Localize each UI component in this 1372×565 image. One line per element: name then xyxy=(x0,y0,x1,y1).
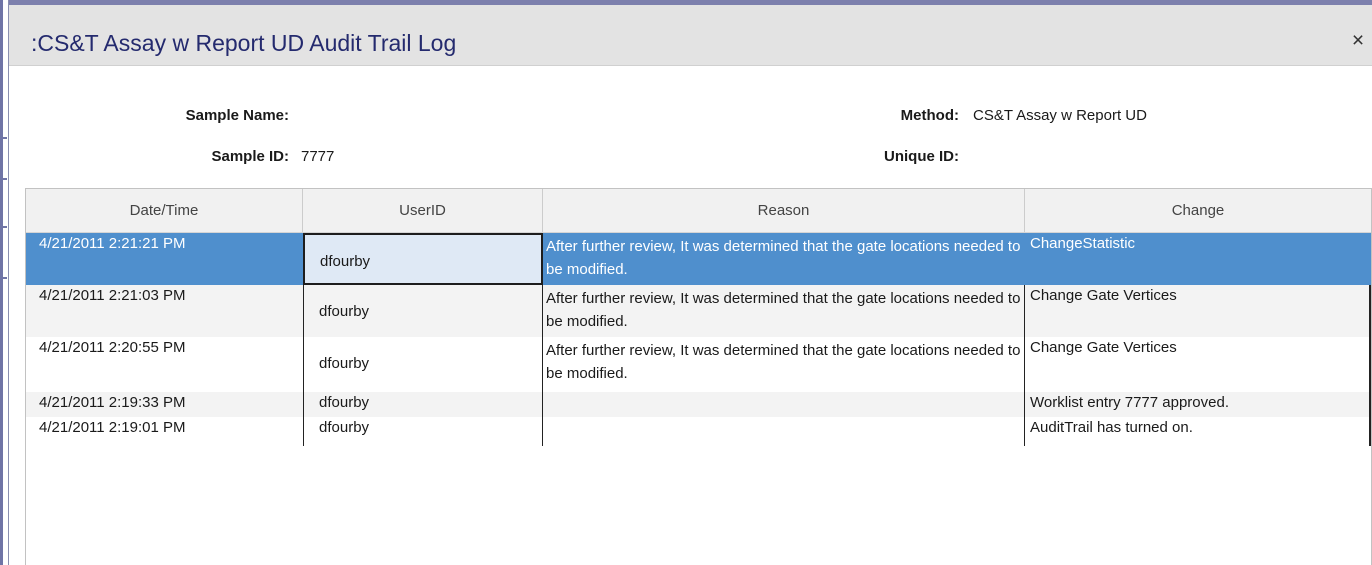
background-window-tick xyxy=(3,178,7,180)
cell-userid[interactable]: dfourby xyxy=(303,337,543,392)
table-row[interactable]: 4/21/2011 2:19:33 PM dfourby Worklist en… xyxy=(26,392,1371,417)
table-row[interactable]: 4/21/2011 2:19:01 PM dfourby AuditTrail … xyxy=(26,417,1371,446)
close-icon: × xyxy=(1351,29,1365,52)
background-window-edge xyxy=(0,0,9,565)
cell-userid[interactable]: dfourby xyxy=(303,285,543,337)
column-header-datetime[interactable]: Date/Time xyxy=(26,189,303,232)
method-value: CS&T Assay w Report UD xyxy=(973,107,1147,124)
grid-header: Date/Time UserID Reason Change xyxy=(26,189,1371,233)
cell-userid[interactable]: dfourby xyxy=(303,417,543,446)
cell-change[interactable]: AuditTrail has turned on. xyxy=(1025,417,1371,446)
dialog-titlebar[interactable]: :CS&T Assay w Report UD Audit Trail Log … xyxy=(9,5,1372,66)
column-header-change[interactable]: Change xyxy=(1025,189,1371,232)
cell-change[interactable]: Worklist entry 7777 approved. xyxy=(1025,392,1371,417)
cell-change[interactable]: ChangeStatistic xyxy=(1025,233,1371,285)
audit-trail-dialog: :CS&T Assay w Report UD Audit Trail Log … xyxy=(9,0,1372,565)
method-label: Method: xyxy=(900,107,959,124)
column-header-userid[interactable]: UserID xyxy=(303,189,543,232)
cell-userid[interactable]: dfourby xyxy=(303,392,543,417)
background-window-tick xyxy=(3,226,7,228)
background-window-tick xyxy=(3,137,7,139)
cell-reason[interactable]: After further review, It was determined … xyxy=(543,337,1025,392)
cell-datetime[interactable]: 4/21/2011 2:21:21 PM xyxy=(26,233,303,285)
table-row[interactable]: 4/21/2011 2:21:21 PM dfourby After furth… xyxy=(26,233,1371,285)
cell-reason[interactable]: After further review, It was determined … xyxy=(543,233,1025,285)
table-row[interactable]: 4/21/2011 2:20:55 PM dfourby After furth… xyxy=(26,337,1371,392)
cell-datetime[interactable]: 4/21/2011 2:21:03 PM xyxy=(26,285,303,337)
audit-trail-grid[interactable]: Date/Time UserID Reason Change 4/21/2011… xyxy=(25,188,1372,565)
table-row[interactable]: 4/21/2011 2:21:03 PM dfourby After furth… xyxy=(26,285,1371,337)
cell-change[interactable]: Change Gate Vertices xyxy=(1025,285,1371,337)
sample-id-label: Sample ID: xyxy=(211,148,289,165)
cell-datetime[interactable]: 4/21/2011 2:19:33 PM xyxy=(26,392,303,417)
background-window-accent xyxy=(0,0,3,565)
cell-reason[interactable] xyxy=(543,417,1025,446)
cell-datetime[interactable]: 4/21/2011 2:20:55 PM xyxy=(26,337,303,392)
close-button[interactable]: × xyxy=(1348,29,1368,53)
cell-userid[interactable]: dfourby xyxy=(303,233,543,285)
unique-id-label: Unique ID: xyxy=(884,148,959,165)
dialog-title: :CS&T Assay w Report UD Audit Trail Log xyxy=(31,30,457,56)
sample-id-value: 7777 xyxy=(301,148,335,165)
sample-name-label: Sample Name: xyxy=(185,107,289,124)
background-window-tick xyxy=(3,277,7,279)
cell-reason[interactable]: After further review, It was determined … xyxy=(543,285,1025,337)
cell-reason[interactable] xyxy=(543,392,1025,417)
column-header-reason[interactable]: Reason xyxy=(543,189,1025,232)
cell-datetime[interactable]: 4/21/2011 2:19:01 PM xyxy=(26,417,303,446)
cell-change[interactable]: Change Gate Vertices xyxy=(1025,337,1371,392)
